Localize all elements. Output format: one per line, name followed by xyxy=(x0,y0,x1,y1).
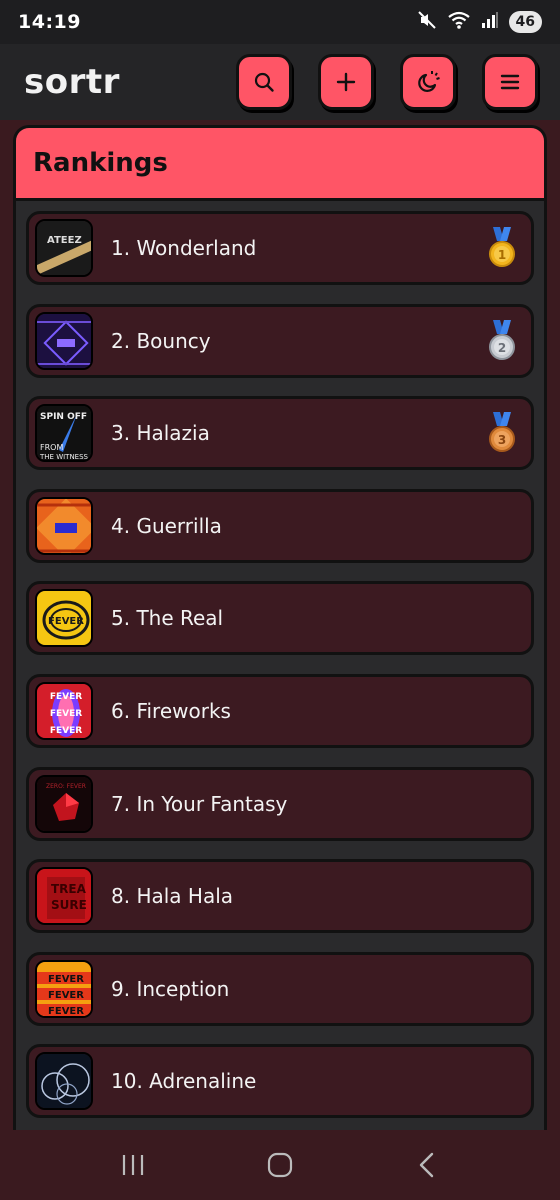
album-cover xyxy=(35,1052,93,1111)
search-button[interactable] xyxy=(236,54,292,110)
album-cover: FEVER xyxy=(35,589,93,648)
ranking-item[interactable]: SPIN OFF FROM THE WITNESS 3. Halazia 3 xyxy=(26,396,534,471)
album-cover: ATEEZ xyxy=(35,219,93,277)
svg-text:THE WITNESS: THE WITNESS xyxy=(39,453,89,461)
ranking-item[interactable]: 4. Guerrilla xyxy=(26,488,534,563)
mute-icon xyxy=(417,10,437,34)
ranking-item[interactable]: FEVER 5. The Real xyxy=(26,581,534,656)
svg-text:FEVER: FEVER xyxy=(48,1006,84,1017)
svg-text:TREA: TREA xyxy=(51,882,87,896)
svg-text:FEVER: FEVER xyxy=(50,692,82,702)
ranking-label: 9. Inception xyxy=(111,976,230,1001)
rankings-list: ATEEZ 1. Wonderland 1 2. Bouncy 2 SPIN O… xyxy=(16,201,544,1119)
app-header: sortr xyxy=(0,44,560,120)
album-cover xyxy=(35,496,93,555)
moon-sun-icon xyxy=(418,71,440,92)
svg-text:FEVER: FEVER xyxy=(48,974,84,985)
ranking-label: 4. Guerrilla xyxy=(111,513,222,538)
ranking-label: 3. Halazia xyxy=(111,421,210,446)
ranking-item[interactable]: FEVER FEVER FEVER 6. Fireworks xyxy=(26,673,534,748)
svg-text:FROM: FROM xyxy=(40,443,63,452)
svg-text:SURE: SURE xyxy=(51,898,87,912)
album-cover: TREA SURE xyxy=(35,867,93,926)
album-cover: ZERO: FEVER xyxy=(35,774,93,833)
svg-text:FEVER: FEVER xyxy=(50,726,82,736)
ranking-item[interactable]: FEVER FEVER FEVER 9. Inception xyxy=(26,951,534,1026)
theme-toggle-button[interactable] xyxy=(400,54,456,110)
bronze-medal-icon: 3 xyxy=(487,412,517,458)
svg-text:1: 1 xyxy=(498,248,506,262)
recent-apps-button[interactable] xyxy=(108,1140,158,1190)
home-button[interactable] xyxy=(255,1140,305,1190)
signal-icon xyxy=(481,11,499,33)
svg-text:FEVER: FEVER xyxy=(48,616,84,627)
search-icon xyxy=(254,72,274,92)
svg-text:3: 3 xyxy=(498,433,506,447)
silver-medal-icon: 2 xyxy=(487,319,517,366)
recent-apps-icon xyxy=(123,1155,144,1175)
header-buttons xyxy=(236,54,538,110)
ranking-label: 1. Wonderland xyxy=(111,236,257,260)
panel-title: Rankings xyxy=(33,148,168,178)
album-cover: FEVER FEVER FEVER xyxy=(35,681,93,740)
ranking-item[interactable]: 2. Bouncy 2 xyxy=(26,303,534,378)
svg-text:FEVER: FEVER xyxy=(48,990,84,1001)
back-button[interactable] xyxy=(402,1140,452,1190)
menu-button[interactable] xyxy=(482,54,538,110)
svg-text:SPIN OFF: SPIN OFF xyxy=(40,412,87,422)
status-bar: 14:19 46 xyxy=(0,0,560,44)
svg-text:FEVER: FEVER xyxy=(50,709,82,719)
album-cover: FEVER FEVER FEVER xyxy=(35,959,93,1018)
system-nav-bar xyxy=(0,1130,560,1200)
ranking-label: 6. Fireworks xyxy=(111,698,231,723)
status-icons: 46 xyxy=(417,10,542,34)
app-logo[interactable]: sortr xyxy=(24,62,120,102)
battery-badge: 46 xyxy=(508,11,542,33)
ranking-label: 2. Bouncy xyxy=(111,328,211,353)
ranking-label: 7. In Your Fantasy xyxy=(111,791,288,816)
plus-icon xyxy=(336,72,356,92)
home-icon xyxy=(267,1152,293,1178)
add-button[interactable] xyxy=(318,54,374,110)
album-cover: SPIN OFF FROM THE WITNESS xyxy=(35,404,93,463)
ranking-item[interactable]: ATEEZ 1. Wonderland 1 xyxy=(26,211,534,285)
album-cover xyxy=(35,311,93,370)
hamburger-icon xyxy=(500,74,520,90)
ranking-label: 5. The Real xyxy=(111,606,224,631)
svg-text:ATEEZ: ATEEZ xyxy=(47,235,82,246)
gold-medal-icon: 1 xyxy=(487,227,517,273)
panel-header: Rankings xyxy=(16,128,544,201)
svg-text:ZERO: FEVER: ZERO: FEVER xyxy=(46,783,86,790)
ranking-label: 8. Hala Hala xyxy=(111,884,234,909)
ranking-item[interactable]: TREA SURE 8. Hala Hala xyxy=(26,859,534,934)
wifi-icon xyxy=(447,10,471,34)
back-icon xyxy=(419,1152,433,1178)
svg-text:2: 2 xyxy=(498,341,506,355)
ranking-label: 10. Adrenaline xyxy=(111,1069,257,1094)
ranking-item[interactable]: 10. Adrenaline xyxy=(26,1044,534,1119)
ranking-item[interactable]: ZERO: FEVER 7. In Your Fantasy xyxy=(26,766,534,841)
status-time: 14:19 xyxy=(18,11,81,33)
rankings-panel: Rankings ATEEZ 1. Wonderland 1 2. Bouncy… xyxy=(13,125,547,1135)
